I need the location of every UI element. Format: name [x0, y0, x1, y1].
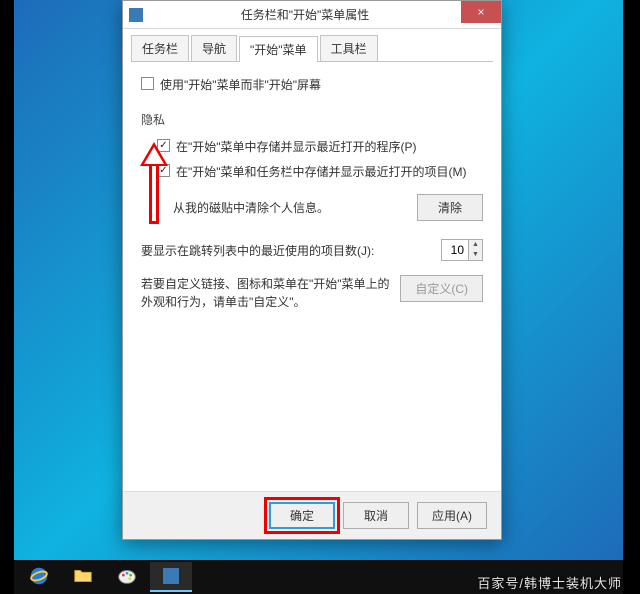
store-recent-items-row: 在"开始"菜单和任务栏中存储并显示最近打开的项目(M): [157, 163, 483, 180]
use-start-menu-row: 使用"开始"菜单而非"开始"屏幕: [141, 76, 483, 93]
desktop-background: 任务栏和"开始"菜单属性 × 任务栏 导航 "开始"菜单 工具栏 使用"开始"菜…: [14, 0, 623, 560]
window-title: 任务栏和"开始"菜单属性: [149, 6, 461, 23]
paint-icon: [116, 565, 138, 590]
recent-count-spinner[interactable]: ▲ ▼: [441, 239, 483, 261]
store-recent-items-checkbox[interactable]: [157, 164, 170, 177]
tab-strip: 任务栏 导航 "开始"菜单 工具栏: [123, 29, 501, 61]
clear-row: 从我的磁贴中清除个人信息。 清除: [173, 194, 483, 221]
properties-dialog: 任务栏和"开始"菜单属性 × 任务栏 导航 "开始"菜单 工具栏 使用"开始"菜…: [122, 0, 502, 540]
tab-start-menu[interactable]: "开始"菜单: [239, 36, 318, 62]
spinner-arrows: ▲ ▼: [468, 240, 482, 260]
customize-row: 若要自定义链接、图标和菜单在"开始"菜单上的外观和行为，请单击"自定义"。 自定…: [141, 275, 483, 311]
close-button[interactable]: ×: [461, 1, 501, 23]
store-recent-programs-row: 在"开始"菜单中存储并显示最近打开的程序(P): [157, 138, 483, 155]
store-recent-programs-label: 在"开始"菜单中存储并显示最近打开的程序(P): [176, 138, 417, 155]
tab-toolbars[interactable]: 工具栏: [320, 35, 378, 61]
recent-count-row: 要显示在跳转列表中的最近使用的项目数(J): ▲ ▼: [141, 239, 483, 261]
recent-count-input[interactable]: [442, 240, 468, 260]
store-recent-programs-checkbox[interactable]: [157, 139, 170, 152]
apply-button[interactable]: 应用(A): [417, 502, 487, 529]
spinner-up[interactable]: ▲: [469, 240, 482, 250]
customize-text: 若要自定义链接、图标和菜单在"开始"菜单上的外观和行为，请单击"自定义"。: [141, 275, 390, 311]
taskbar-ie[interactable]: [18, 562, 60, 592]
use-start-menu-label: 使用"开始"菜单而非"开始"屏幕: [160, 76, 321, 93]
taskbar-explorer[interactable]: [62, 562, 104, 592]
dialog-footer: 确定 取消 应用(A): [123, 491, 501, 539]
tab-content: 使用"开始"菜单而非"开始"屏幕 隐私 在"开始"菜单中存储并显示最近打开的程序…: [123, 62, 501, 492]
properties-icon: [163, 568, 179, 584]
tab-taskbar[interactable]: 任务栏: [131, 35, 189, 61]
ie-icon: [28, 565, 50, 590]
taskbar-paint[interactable]: [106, 562, 148, 592]
close-icon: ×: [477, 5, 484, 19]
privacy-section-label: 隐私: [141, 111, 483, 128]
customize-button[interactable]: 自定义(C): [400, 275, 483, 302]
use-start-menu-checkbox[interactable]: [141, 77, 154, 90]
clear-button[interactable]: 清除: [417, 194, 483, 221]
titlebar: 任务栏和"开始"菜单属性 ×: [123, 1, 501, 29]
spinner-down[interactable]: ▼: [469, 250, 482, 260]
recent-count-label: 要显示在跳转列表中的最近使用的项目数(J):: [141, 242, 433, 259]
store-recent-items-label: 在"开始"菜单和任务栏中存储并显示最近打开的项目(M): [176, 163, 467, 180]
tab-navigation[interactable]: 导航: [191, 35, 237, 61]
clear-text: 从我的磁贴中清除个人信息。: [173, 199, 417, 216]
cancel-button[interactable]: 取消: [343, 502, 409, 529]
system-icon: [129, 8, 143, 22]
watermark: 百家号/韩博士装机大师: [477, 573, 622, 592]
taskbar-properties[interactable]: [150, 562, 192, 592]
folder-icon: [72, 565, 94, 590]
ok-button[interactable]: 确定: [269, 502, 335, 529]
